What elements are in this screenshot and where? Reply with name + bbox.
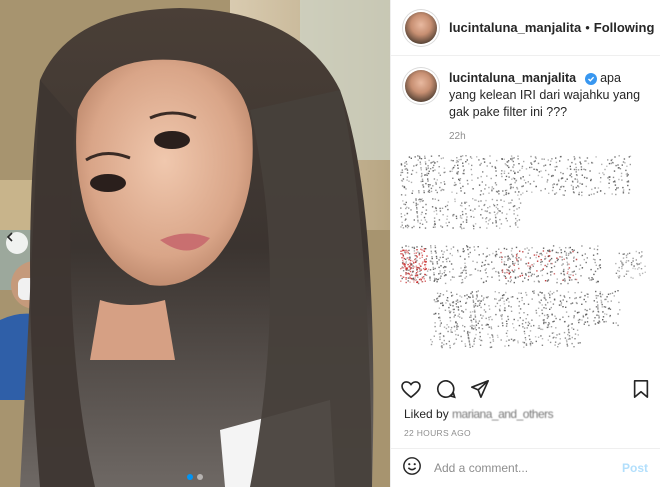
liked-by-prefix: Liked by [404,407,449,421]
bookmark-icon[interactable] [632,379,650,399]
liked-by-users-link[interactable]: mariana_and_others [452,407,554,421]
carousel-prev-button[interactable] [6,232,28,254]
caption-text-block: lucintaluna_manjalita apa yang kelean IR… [449,70,646,121]
caption-avatar[interactable] [405,70,437,102]
caption-username-link[interactable]: lucintaluna_manjalita [449,71,576,85]
share-icon[interactable] [470,379,490,399]
caption: lucintaluna_manjalita apa yang kelean IR… [391,56,660,121]
separator-dot: • [585,20,590,35]
carousel-indicator [187,474,203,480]
post-photo[interactable] [0,0,390,487]
verified-badge-icon [584,73,597,85]
caption-age: 22h [449,131,466,142]
liked-by-line: Liked by mariana_and_others [404,407,554,421]
emoji-icon[interactable] [402,456,422,481]
post-timestamp[interactable]: 22 HOURS AGO [404,428,471,438]
obscured-comments [400,155,646,349]
post-comment-button[interactable]: Post [622,461,648,475]
action-bar [390,375,660,403]
following-button[interactable]: Following [594,20,655,35]
carousel-dot-1 [187,474,193,480]
heart-icon[interactable] [400,379,422,399]
selfie-illustration [0,0,390,487]
carousel-dot-2 [197,474,203,480]
comment-bar: Add a comment... Post [390,448,660,487]
post-header: lucintaluna_manjalita • Following [391,0,660,56]
avatar[interactable] [405,11,437,44]
comment-input[interactable]: Add a comment... [434,461,622,475]
comment-icon[interactable] [436,379,456,399]
username-link[interactable]: lucintaluna_manjalita [449,20,581,35]
